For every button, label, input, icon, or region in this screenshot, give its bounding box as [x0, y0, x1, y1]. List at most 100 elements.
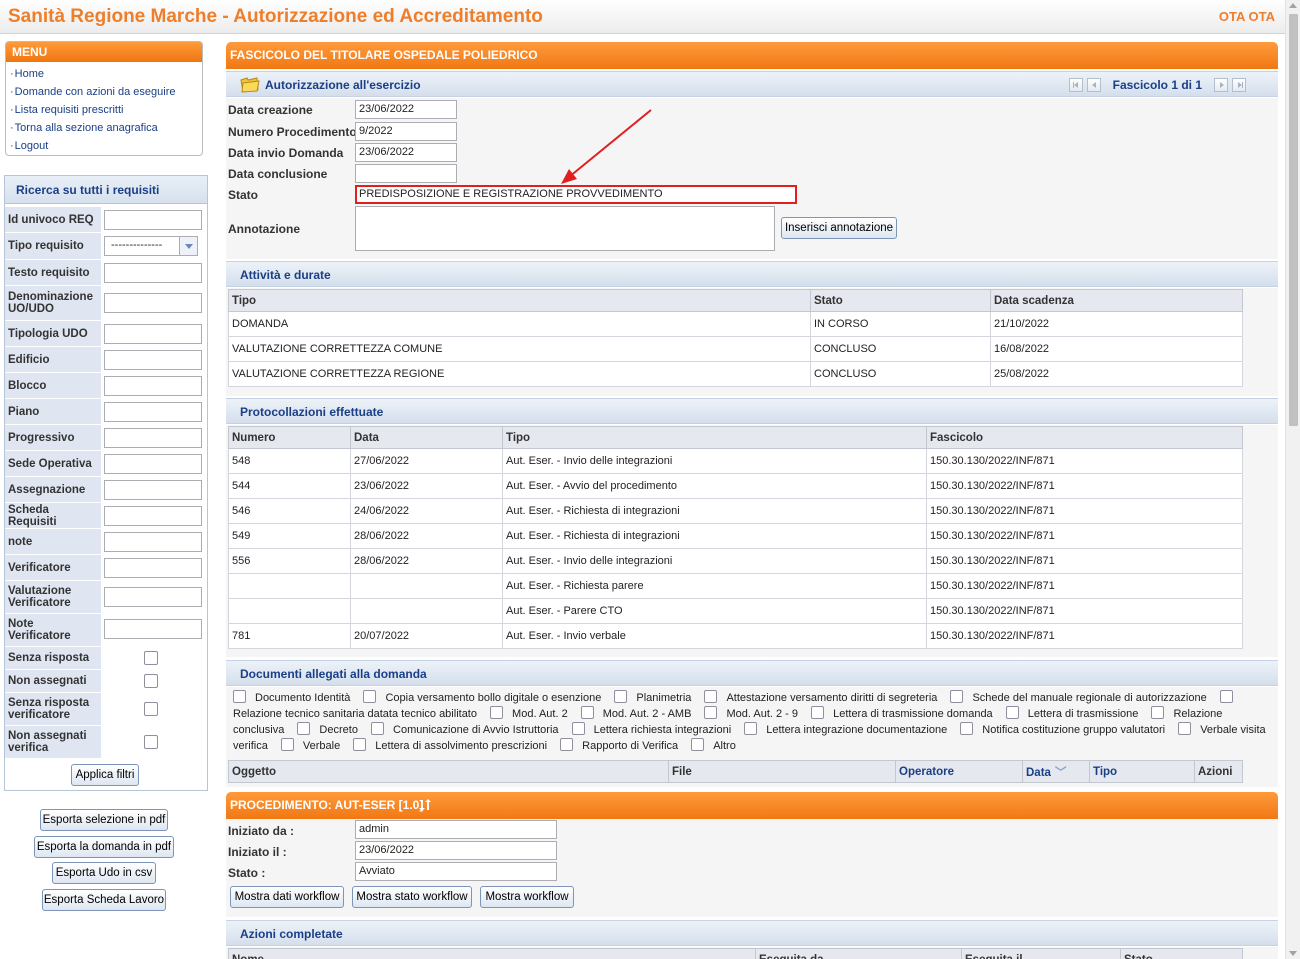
menu-item-domande[interactable]: Domande con azioni da eseguire	[10, 83, 202, 101]
column-header[interactable]: File	[668, 760, 896, 783]
menu-item-home[interactable]: Home	[10, 65, 202, 83]
document-type-checkbox[interactable]	[1151, 706, 1165, 719]
document-type-checkbox[interactable]	[580, 706, 594, 719]
table-row[interactable]: 549 28/06/2022 Aut. Eser. - Richiesta di i…	[228, 523, 1243, 549]
stato-procedimento-field[interactable]: Avviato	[355, 862, 557, 881]
column-header[interactable]: Azioni	[1194, 760, 1243, 783]
filter-tipologia-input[interactable]	[104, 324, 202, 344]
column-header[interactable]: Data	[350, 426, 503, 449]
refresh-icon[interactable]	[418, 798, 432, 812]
column-header[interactable]: Operatore	[895, 760, 1023, 783]
document-type-checkbox[interactable]	[1219, 690, 1233, 703]
document-type-checkbox[interactable]	[371, 722, 385, 735]
data-conclusione-field[interactable]	[355, 164, 457, 183]
document-type-checkbox[interactable]	[1005, 706, 1019, 719]
menu-item-anagrafica[interactable]: Torna alla sezione anagrafica	[10, 119, 202, 137]
column-header[interactable]: Stato	[810, 289, 991, 312]
scrollbar-thumb[interactable]	[1289, 14, 1298, 426]
iniziato-il-field[interactable]: 23/06/2022	[355, 841, 557, 860]
document-type-checkbox[interactable]	[280, 738, 294, 751]
vertical-scrollbar[interactable]	[1285, 0, 1300, 959]
export-domanda-pdf-button[interactable]: Esporta la domanda in pdf	[34, 836, 174, 858]
table-row[interactable]: DOMANDA IN CORSO 21/10/2022	[228, 311, 1243, 337]
column-header[interactable]: Data scadenza	[990, 289, 1243, 312]
filter-testo-input[interactable]	[104, 263, 202, 283]
annotazione-textarea[interactable]	[355, 206, 775, 251]
document-type-checkbox[interactable]	[297, 722, 311, 735]
column-header[interactable]: Fascicolo	[926, 426, 1243, 449]
column-header[interactable]: Stato	[1120, 948, 1243, 959]
sort-descending-icon[interactable]: ﹀	[1055, 767, 1067, 779]
filter-sede-input[interactable]	[104, 454, 202, 474]
column-header[interactable]: Tipo	[228, 289, 811, 312]
mostra-workflow-button[interactable]: Mostra workflow	[480, 886, 574, 908]
scroll-down-icon[interactable]	[1289, 951, 1297, 956]
table-row[interactable]: 781 20/07/2022 Aut. Eser. - Invio verbale 1…	[228, 623, 1243, 649]
data-invio-field[interactable]: 23/06/2022	[355, 143, 457, 162]
data-creazione-field[interactable]: 23/06/2022	[355, 100, 457, 119]
filter-id-input[interactable]	[104, 210, 202, 230]
table-row[interactable]: Aut. Eser. - Richiesta parere 150.30.130/…	[228, 573, 1243, 599]
menu-item-lista-requisiti[interactable]: Lista requisiti prescritti	[10, 101, 202, 119]
document-type-checkbox[interactable]	[353, 738, 367, 751]
table-row[interactable]: Aut. Eser. - Parere CTO 150.30.130/2022/I…	[228, 598, 1243, 624]
table-row[interactable]: VALUTAZIONE CORRETTEZZA REGIONE CONCLUSO…	[228, 361, 1243, 387]
export-selection-pdf-button[interactable]: Esporta selezione in pdf	[40, 809, 168, 831]
senza-risposta-checkbox[interactable]	[144, 651, 158, 665]
filter-progressivo-input[interactable]	[104, 428, 202, 448]
column-header[interactable]: Oggetto	[228, 760, 669, 783]
document-type-checkbox[interactable]	[704, 690, 718, 703]
filter-valutazione-input[interactable]	[104, 587, 202, 607]
table-row[interactable]: 544 23/06/2022 Aut. Eser. - Avvio del proc…	[228, 473, 1243, 499]
column-header[interactable]: Data ﹀	[1022, 760, 1090, 783]
document-type-checkbox[interactable]	[490, 706, 504, 719]
apply-filters-button[interactable]: Applica filtri	[71, 764, 139, 786]
filter-note-verificatore-input[interactable]	[104, 619, 202, 639]
senza-risposta-verificatore-checkbox[interactable]	[144, 702, 158, 716]
document-type-checkbox[interactable]	[614, 690, 628, 703]
insert-annotation-button[interactable]: Inserisci annotazione	[781, 217, 897, 239]
last-page-icon[interactable]	[1232, 78, 1246, 92]
chevron-down-icon[interactable]	[179, 237, 197, 255]
first-page-icon[interactable]	[1068, 78, 1083, 92]
non-assegnati-verifica-checkbox[interactable]	[144, 735, 158, 749]
document-type-checkbox[interactable]	[1178, 722, 1192, 735]
export-scheda-lavoro-button[interactable]: Esporta Scheda Lavoro	[42, 889, 166, 911]
menu-item-logout[interactable]: Logout	[10, 137, 202, 155]
document-type-checkbox[interactable]	[744, 722, 758, 735]
numero-procedimento-field[interactable]: 9/2022	[355, 122, 457, 141]
column-header[interactable]: Tipo	[1089, 760, 1195, 783]
table-row[interactable]: VALUTAZIONE CORRETTEZZA COMUNE CONCLUSO …	[228, 336, 1243, 362]
document-type-checkbox[interactable]	[950, 690, 964, 703]
column-header[interactable]: Numero	[228, 426, 351, 449]
scroll-up-icon[interactable]	[1289, 3, 1297, 8]
table-row[interactable]: 546 24/06/2022 Aut. Eser. - Richiesta di i…	[228, 498, 1243, 524]
table-row[interactable]: 556 28/06/2022 Aut. Eser. - Invio delle in…	[228, 548, 1243, 574]
document-type-checkbox[interactable]	[960, 722, 974, 735]
filter-edificio-input[interactable]	[104, 350, 202, 370]
column-header[interactable]: Eseguita il	[961, 948, 1121, 959]
column-header[interactable]: Tipo	[502, 426, 927, 449]
document-type-checkbox[interactable]	[560, 738, 574, 751]
column-header[interactable]: Eseguita da	[755, 948, 962, 959]
document-type-checkbox[interactable]	[691, 738, 705, 751]
table-row[interactable]: 548 27/06/2022 Aut. Eser. - Invio delle in…	[228, 448, 1243, 474]
filter-blocco-input[interactable]	[104, 376, 202, 396]
document-type-checkbox[interactable]	[571, 722, 585, 735]
mostra-stato-workflow-button[interactable]: Mostra stato workflow	[352, 886, 472, 908]
user-name[interactable]: OTA OTA	[1219, 9, 1275, 24]
next-page-icon[interactable]	[1214, 78, 1228, 92]
export-udo-csv-button[interactable]: Esporta Udo in csv	[52, 862, 156, 884]
document-type-checkbox[interactable]	[233, 690, 246, 703]
document-type-checkbox[interactable]	[811, 706, 825, 719]
iniziato-da-field[interactable]: admin	[355, 820, 557, 839]
filter-verificatore-input[interactable]	[104, 558, 202, 578]
filter-tipo-select[interactable]: --------------	[104, 236, 198, 256]
stato-field[interactable]: PREDISPOSIZIONE E REGISTRAZIONE PROVVEDI…	[355, 185, 797, 204]
prev-page-icon[interactable]	[1086, 78, 1101, 92]
filter-assegnazione-input[interactable]	[104, 480, 202, 500]
filter-note-input[interactable]	[104, 532, 202, 552]
document-type-checkbox[interactable]	[704, 706, 718, 719]
mostra-dati-workflow-button[interactable]: Mostra dati workflow	[230, 886, 344, 908]
non-assegnati-checkbox[interactable]	[144, 674, 158, 688]
